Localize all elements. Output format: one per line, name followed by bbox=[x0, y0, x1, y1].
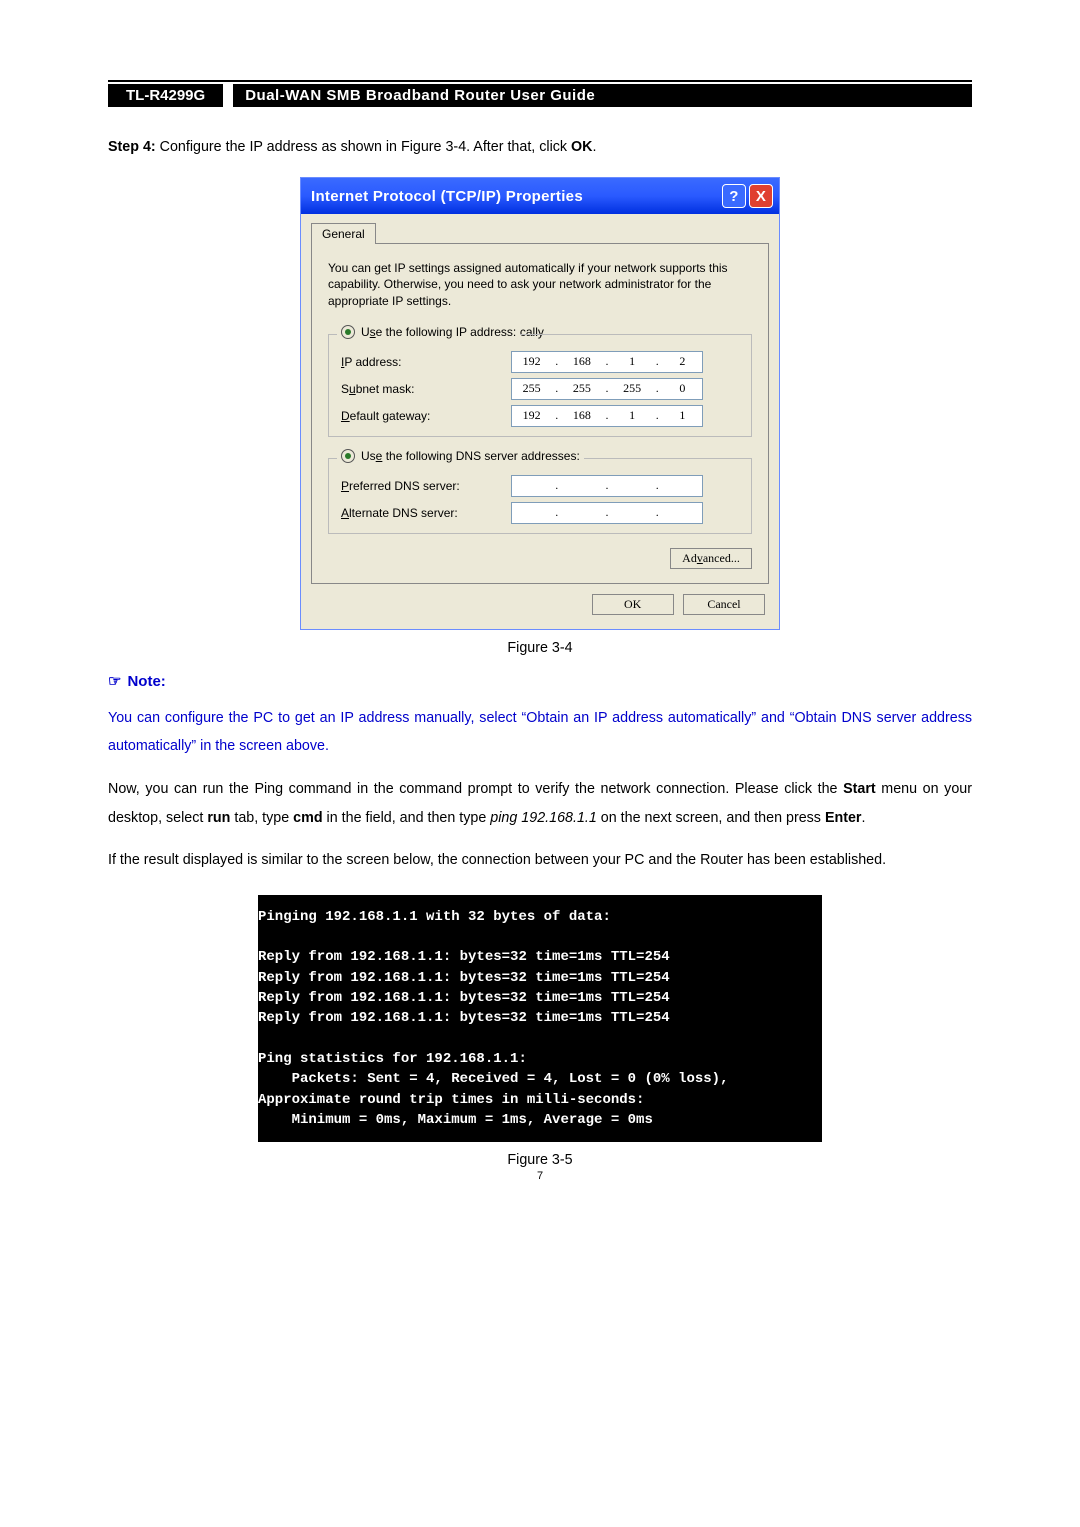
cancel-button[interactable]: Cancel bbox=[683, 594, 765, 615]
radio-icon bbox=[341, 449, 355, 463]
page-number: 7 bbox=[108, 1170, 972, 1182]
alternate-dns-input[interactable]: ... bbox=[511, 502, 703, 524]
figure-caption-2: Figure 3-5 bbox=[108, 1152, 972, 1168]
preferred-dns-label: Preferred DNS server: bbox=[341, 479, 511, 493]
figure-caption-1: Figure 3-4 bbox=[108, 640, 972, 656]
default-gateway-input[interactable]: 192.168.1.1 bbox=[511, 405, 703, 427]
close-icon[interactable]: X bbox=[749, 184, 773, 208]
note-heading: ☞Note: bbox=[108, 672, 972, 690]
radio-use-following-dns[interactable]: Use the following DNS server addresses: bbox=[337, 449, 584, 463]
radio-icon bbox=[341, 325, 355, 339]
dialog-title-text: Internet Protocol (TCP/IP) Properties bbox=[311, 188, 583, 205]
default-gateway-label: Default gateway: bbox=[341, 409, 511, 423]
radio-use-following-ip[interactable]: Use the following IP address: bbox=[337, 325, 520, 339]
step-text: Step 4: Configure the IP address as show… bbox=[108, 135, 972, 159]
ip-address-label: IP address: bbox=[341, 355, 511, 369]
terminal-output: Pinging 192.168.1.1 with 32 bytes of dat… bbox=[258, 895, 822, 1142]
subnet-mask-input[interactable]: 255.255.255.0 bbox=[511, 378, 703, 400]
subnet-mask-label: Subnet mask: bbox=[341, 382, 511, 396]
note-body: You can configure the PC to get an IP ad… bbox=[108, 704, 972, 761]
help-icon[interactable]: ? bbox=[722, 184, 746, 208]
doc-title: Dual-WAN SMB Broadband Router User Guide bbox=[233, 84, 972, 107]
doc-header: TL-R4299G Dual-WAN SMB Broadband Router … bbox=[108, 84, 972, 107]
ok-button[interactable]: OK bbox=[592, 594, 674, 615]
alternate-dns-label: Alternate DNS server: bbox=[341, 506, 511, 520]
tab-general[interactable]: General bbox=[311, 223, 376, 244]
dialog-titlebar: Internet Protocol (TCP/IP) Properties ? … bbox=[301, 178, 779, 214]
paragraph-result: If the result displayed is similar to th… bbox=[108, 846, 972, 875]
ip-address-input[interactable]: 192.168.1.2 bbox=[511, 351, 703, 373]
advanced-button[interactable]: Advanced... bbox=[670, 548, 752, 569]
pointing-hand-icon: ☞ bbox=[108, 673, 121, 690]
preferred-dns-input[interactable]: ... bbox=[511, 475, 703, 497]
model-label: TL-R4299G bbox=[108, 84, 223, 107]
paragraph-ping-instruction: Now, you can run the Ping command in the… bbox=[108, 775, 972, 832]
tcpip-dialog: Internet Protocol (TCP/IP) Properties ? … bbox=[300, 177, 780, 630]
dialog-description: You can get IP settings assigned automat… bbox=[328, 260, 752, 309]
